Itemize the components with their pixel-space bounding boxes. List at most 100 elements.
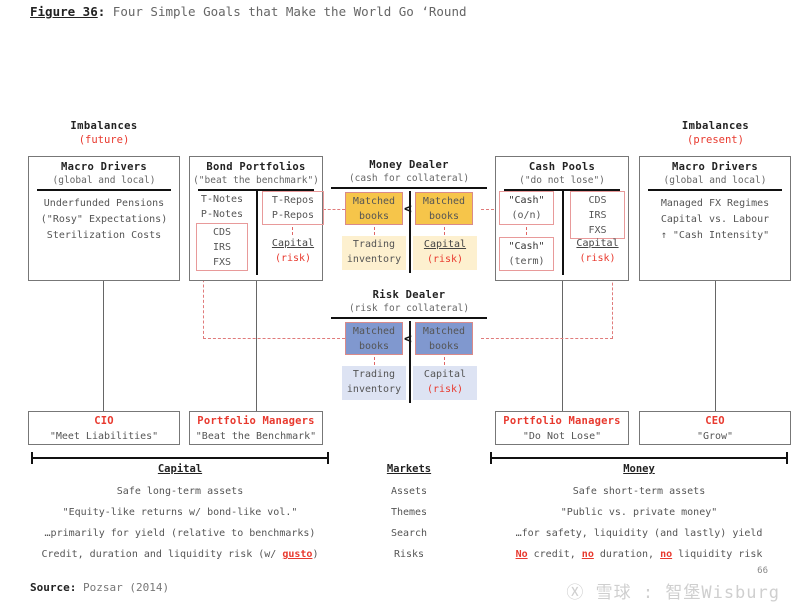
cp-term-l2: (term)	[508, 256, 545, 267]
role-pm-left-sub: "Beat the Benchmark"	[195, 431, 317, 442]
markets-row-4: Risks	[393, 549, 425, 560]
md-left-l2: books	[358, 211, 390, 222]
macro-left-heading: Macro Drivers	[60, 161, 148, 173]
money-row-4-em3: no	[660, 549, 673, 560]
money-row-4-em2: no	[581, 549, 594, 560]
role-box-cio: CIO "Meet Liabilities"	[28, 411, 180, 445]
source-line: Source: Pozsar (2014)	[30, 581, 169, 594]
money-dealer-right-matched-books: Matched books	[415, 192, 473, 225]
bracket-money-left-cap	[490, 452, 492, 464]
connector-bond-derivs-horiz	[203, 338, 345, 339]
rd-right-tick	[444, 357, 445, 365]
caption-right-sub: (present)	[687, 134, 744, 146]
figure-caption-text: Four Simple Goals that Make the World Go…	[112, 4, 467, 19]
caption-imbalances-future: Imbalances (future)	[58, 119, 150, 147]
role-cio-title: CIO	[94, 415, 114, 427]
macro-left-body: Underfunded Pensions ("Rosy" Expectation…	[29, 191, 179, 244]
cp-irs: IRS	[588, 210, 607, 221]
money-dealer-heading: Money Dealer	[369, 159, 449, 171]
bracket-money-right-cap	[786, 452, 788, 464]
page-number: 66	[757, 566, 768, 576]
cash-pools-sub: ("do not lose")	[519, 175, 605, 186]
md-right-tick	[444, 227, 445, 235]
cash-pools-cash-term: "Cash" (term)	[499, 237, 554, 271]
money-row-4: No credit, no duration, no liquidity ris…	[479, 544, 799, 565]
figure-colon: :	[97, 4, 106, 19]
bracket-money-bar	[490, 457, 788, 459]
figure-number: Figure 36	[30, 4, 98, 19]
cp-on-l2: (o/n)	[511, 210, 542, 221]
bond-right-tick	[292, 227, 293, 235]
md-right-l2: books	[428, 211, 460, 222]
money-row-3: …for safety, liquidity (and lastly) yiel…	[515, 528, 763, 539]
money-dealer-capital: Capital (risk)	[413, 236, 477, 270]
capital-row-4: Credit, duration and liquidity risk (w/ …	[20, 544, 340, 565]
cash-pools-derivatives-box: CDS IRS FXS	[570, 191, 625, 239]
macro-right-sub: (global and local)	[663, 175, 767, 186]
money-dealer-left-matched-books: Matched books	[345, 192, 403, 225]
cp-capital-risk: (risk)	[579, 253, 616, 264]
role-cio-sub: "Meet Liabilities"	[49, 431, 159, 442]
macro-right-body: Managed FX Regimes Capital vs. Labour ↑ …	[640, 191, 790, 244]
macro-left-line-2: ("Rosy" Expectations)	[40, 214, 168, 225]
money-dealer-rule	[331, 187, 487, 189]
risk-dealer-right-matched-books: Matched books	[415, 322, 473, 355]
rd-ti-l2: inventory	[346, 384, 402, 395]
md-right-l1: Matched	[422, 196, 466, 207]
md-ti-l2: inventory	[346, 254, 402, 265]
bottom-list-capital: Safe long-term assets "Equity-like retur…	[20, 481, 340, 565]
rd-left-l1: Matched	[352, 326, 396, 337]
connector-bond-to-pm	[256, 281, 257, 413]
rd-left-l2: books	[358, 341, 390, 352]
bond-irs: IRS	[212, 242, 232, 253]
panel-money-dealer: Money Dealer (cash for collateral)	[331, 159, 487, 189]
capital-row-4-emphasis: gusto	[282, 549, 313, 560]
money-dealer-arrow-icon: <	[404, 202, 412, 217]
capital-row-4-post: )	[312, 549, 319, 560]
macro-right-line-1: Managed FX Regimes	[660, 198, 770, 209]
connector-macro-left-to-cio	[103, 281, 104, 413]
md-left-l1: Matched	[352, 196, 396, 207]
capital-row-3: …primarily for yield (relative to benchm…	[44, 528, 316, 539]
risk-dealer-capital: Capital (risk)	[413, 366, 477, 400]
role-box-ceo: CEO "Grow"	[639, 411, 791, 445]
cp-capital-label: Capital	[576, 238, 619, 249]
figure-page: Figure 36: Four Simple Goals that Make t…	[0, 0, 800, 616]
rd-right-l1: Matched	[422, 326, 466, 337]
rd-right-l2: books	[428, 341, 460, 352]
md-capital-risk: (risk)	[426, 254, 464, 265]
caption-left-heading: Imbalances	[70, 120, 138, 132]
macro-left-line-3: Sterilization Costs	[46, 230, 162, 241]
source-label: Source:	[30, 581, 77, 594]
money-row-2: "Public vs. private money"	[560, 507, 718, 518]
capital-row-1: Safe long-term assets	[116, 486, 244, 497]
risk-dealer-arrow-icon: <	[404, 332, 412, 347]
markets-row-3: Search	[390, 528, 428, 539]
bottom-heading-money: Money	[623, 463, 655, 475]
panel-macro-drivers-right: Macro Drivers (global and local) Managed…	[639, 156, 791, 281]
source-value: Pozsar (2014)	[82, 581, 170, 594]
role-ceo-title: CEO	[705, 415, 725, 427]
bond-capital-label: Capital	[271, 238, 315, 249]
bracket-capital-left-cap	[31, 452, 33, 464]
panel-risk-dealer: Risk Dealer (risk for collateral)	[331, 289, 487, 319]
macro-right-line-2: Capital vs. Labour	[660, 214, 770, 225]
risk-dealer-rule	[331, 317, 487, 319]
money-row-1: Safe short-term assets	[572, 486, 706, 497]
bracket-capital-right-cap	[327, 452, 329, 464]
role-box-portfolio-managers-left: Portfolio Managers "Beat the Benchmark"	[189, 411, 323, 445]
markets-row-1: Assets	[390, 486, 428, 497]
rd-ti-l1: Trading	[352, 369, 396, 380]
md-capital-label: Capital	[423, 239, 467, 250]
bottom-list-money: Safe short-term assets "Public vs. priva…	[479, 481, 799, 565]
cash-pools-cash-overnight: "Cash" (o/n)	[499, 191, 554, 225]
bottom-list-markets: Assets Themes Search Risks	[359, 481, 459, 565]
money-row-4-mid1: credit,	[527, 549, 582, 560]
connector-cashpools-derivs-horiz	[481, 338, 613, 339]
money-dealer-trading-inventory: Trading inventory	[342, 236, 406, 270]
md-left-tick	[374, 227, 375, 235]
bracket-capital-bar	[31, 457, 329, 459]
panel-macro-drivers-left: Macro Drivers (global and local) Underfu…	[28, 156, 180, 281]
bottom-heading-markets: Markets	[386, 463, 432, 475]
connector-cashpools-to-pm	[562, 281, 563, 413]
